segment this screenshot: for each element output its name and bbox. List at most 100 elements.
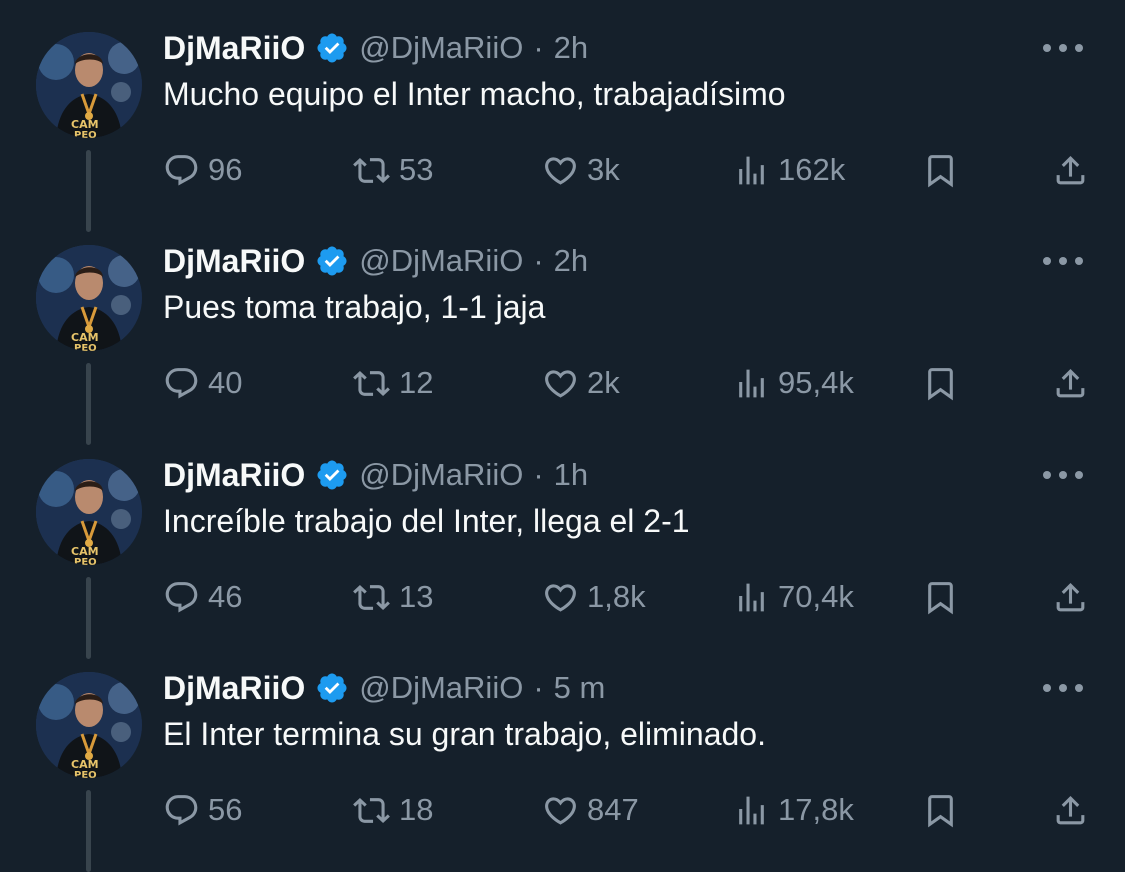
tweet[interactable]: CAM PEO DjMaRiiO @DjMaRiiO · 5 m El Inte… bbox=[0, 640, 1125, 872]
heart-icon bbox=[542, 579, 579, 616]
views-button[interactable]: 70,4k bbox=[733, 573, 854, 621]
author-handle[interactable]: @DjMaRiiO bbox=[359, 457, 523, 493]
tweet-timestamp[interactable]: 5 m bbox=[554, 670, 606, 706]
views-count: 162k bbox=[778, 152, 846, 187]
avatar[interactable]: CAM PEO bbox=[36, 459, 142, 565]
bookmark-icon bbox=[922, 152, 959, 189]
tweet-header: DjMaRiiO @DjMaRiiO · 1h bbox=[163, 453, 588, 497]
author-handle[interactable]: @DjMaRiiO bbox=[359, 243, 523, 279]
tweet[interactable]: CAM PEO DjMaRiiO @DjMaRiiO · 1h Increíbl… bbox=[0, 427, 1125, 659]
reply-count: 46 bbox=[208, 579, 243, 614]
svg-text:PEO: PEO bbox=[74, 343, 97, 351]
share-upload-icon bbox=[1052, 579, 1089, 616]
bookmark-button[interactable] bbox=[922, 786, 959, 834]
avatar[interactable]: CAM PEO bbox=[36, 32, 142, 138]
like-button[interactable]: 3k bbox=[542, 146, 620, 194]
tweet-text: Pues toma trabajo, 1-1 jaja bbox=[163, 289, 546, 325]
author-handle[interactable]: @DjMaRiiO bbox=[359, 670, 523, 706]
views-bars-icon bbox=[733, 365, 770, 402]
author-name[interactable]: DjMaRiiO bbox=[163, 457, 305, 494]
share-upload-icon bbox=[1052, 365, 1089, 402]
bookmark-button[interactable] bbox=[922, 359, 959, 407]
reply-bubble-icon bbox=[163, 152, 200, 189]
retweet-arrows-icon bbox=[352, 152, 391, 189]
retweet-arrows-icon bbox=[352, 792, 391, 829]
retweet-arrows-icon bbox=[352, 365, 391, 402]
views-button[interactable]: 162k bbox=[733, 146, 845, 194]
like-count: 3k bbox=[587, 152, 620, 187]
tweet-text: El Inter termina su gran trabajo, elimin… bbox=[163, 716, 766, 752]
svg-text:PEO: PEO bbox=[74, 557, 97, 565]
views-button[interactable]: 95,4k bbox=[733, 359, 854, 407]
retweet-count: 12 bbox=[399, 365, 434, 400]
views-count: 95,4k bbox=[778, 365, 854, 400]
like-button[interactable]: 2k bbox=[542, 359, 620, 407]
share-button[interactable] bbox=[1052, 146, 1089, 194]
tweet-text: Mucho equipo el Inter macho, trabajadísi… bbox=[163, 76, 786, 112]
separator-dot: · bbox=[533, 670, 544, 705]
share-button[interactable] bbox=[1052, 573, 1089, 621]
tweet[interactable]: CAM PEO DjMaRiiO @DjMaRiiO · 2h Mucho eq… bbox=[0, 0, 1125, 232]
tweet-header: DjMaRiiO @DjMaRiiO · 2h bbox=[163, 239, 588, 283]
reply-count: 40 bbox=[208, 365, 243, 400]
author-handle[interactable]: @DjMaRiiO bbox=[359, 30, 523, 66]
retweet-button[interactable]: 53 bbox=[352, 146, 433, 194]
author-name[interactable]: DjMaRiiO bbox=[163, 30, 305, 67]
retweet-button[interactable]: 12 bbox=[352, 359, 433, 407]
bookmark-button[interactable] bbox=[922, 573, 959, 621]
bookmark-button[interactable] bbox=[922, 146, 959, 194]
avatar[interactable]: CAM PEO bbox=[36, 672, 142, 778]
tweet-actions: 96 53 3k 162k bbox=[0, 146, 1125, 194]
share-button[interactable] bbox=[1052, 359, 1089, 407]
author-name[interactable]: DjMaRiiO bbox=[163, 670, 305, 707]
reply-bubble-icon bbox=[163, 792, 200, 829]
like-count: 2k bbox=[587, 365, 620, 400]
retweet-button[interactable]: 13 bbox=[352, 573, 433, 621]
more-dots-icon[interactable] bbox=[1043, 461, 1083, 489]
tweet-actions: 56 18 847 17,8k bbox=[0, 786, 1125, 834]
more-dots-icon[interactable] bbox=[1043, 34, 1083, 62]
avatar[interactable]: CAM PEO bbox=[36, 245, 142, 351]
retweet-arrows-icon bbox=[352, 579, 391, 616]
retweet-count: 18 bbox=[399, 792, 434, 827]
tweet-actions: 46 13 1,8k 70,4k bbox=[0, 573, 1125, 621]
views-button[interactable]: 17,8k bbox=[733, 786, 854, 834]
bookmark-icon bbox=[922, 365, 959, 402]
like-button[interactable]: 1,8k bbox=[542, 573, 646, 621]
reply-button[interactable]: 40 bbox=[163, 359, 242, 407]
separator-dot: · bbox=[533, 30, 544, 65]
heart-icon bbox=[542, 792, 579, 829]
like-button[interactable]: 847 bbox=[542, 786, 639, 834]
reply-bubble-icon bbox=[163, 579, 200, 616]
bookmark-icon bbox=[922, 579, 959, 616]
retweet-button[interactable]: 18 bbox=[352, 786, 433, 834]
reply-button[interactable]: 56 bbox=[163, 786, 242, 834]
views-count: 17,8k bbox=[778, 792, 854, 827]
tweet-timestamp[interactable]: 2h bbox=[554, 243, 588, 279]
svg-text:PEO: PEO bbox=[74, 130, 97, 138]
share-button[interactable] bbox=[1052, 786, 1089, 834]
heart-icon bbox=[542, 152, 579, 189]
more-dots-icon[interactable] bbox=[1043, 674, 1083, 702]
reply-button[interactable]: 96 bbox=[163, 146, 242, 194]
tweet-timestamp[interactable]: 1h bbox=[554, 457, 588, 493]
bookmark-icon bbox=[922, 792, 959, 829]
tweet-timestamp[interactable]: 2h bbox=[554, 30, 588, 66]
author-name[interactable]: DjMaRiiO bbox=[163, 243, 305, 280]
like-count: 847 bbox=[587, 792, 639, 827]
reply-button[interactable]: 46 bbox=[163, 573, 242, 621]
verified-check-icon bbox=[315, 31, 349, 65]
svg-text:PEO: PEO bbox=[74, 770, 97, 778]
reply-bubble-icon bbox=[163, 365, 200, 402]
tweet-text: Increíble trabajo del Inter, llega el 2-… bbox=[163, 503, 690, 539]
retweet-count: 13 bbox=[399, 579, 434, 614]
tweet-actions: 40 12 2k 95,4k bbox=[0, 359, 1125, 407]
reply-count: 96 bbox=[208, 152, 243, 187]
like-count: 1,8k bbox=[587, 579, 646, 614]
more-dots-icon[interactable] bbox=[1043, 247, 1083, 275]
tweet[interactable]: CAM PEO DjMaRiiO @DjMaRiiO · 2h Pues tom… bbox=[0, 213, 1125, 445]
separator-dot: · bbox=[533, 243, 544, 278]
tweet-header: DjMaRiiO @DjMaRiiO · 2h bbox=[163, 26, 588, 70]
verified-check-icon bbox=[315, 244, 349, 278]
retweet-count: 53 bbox=[399, 152, 434, 187]
